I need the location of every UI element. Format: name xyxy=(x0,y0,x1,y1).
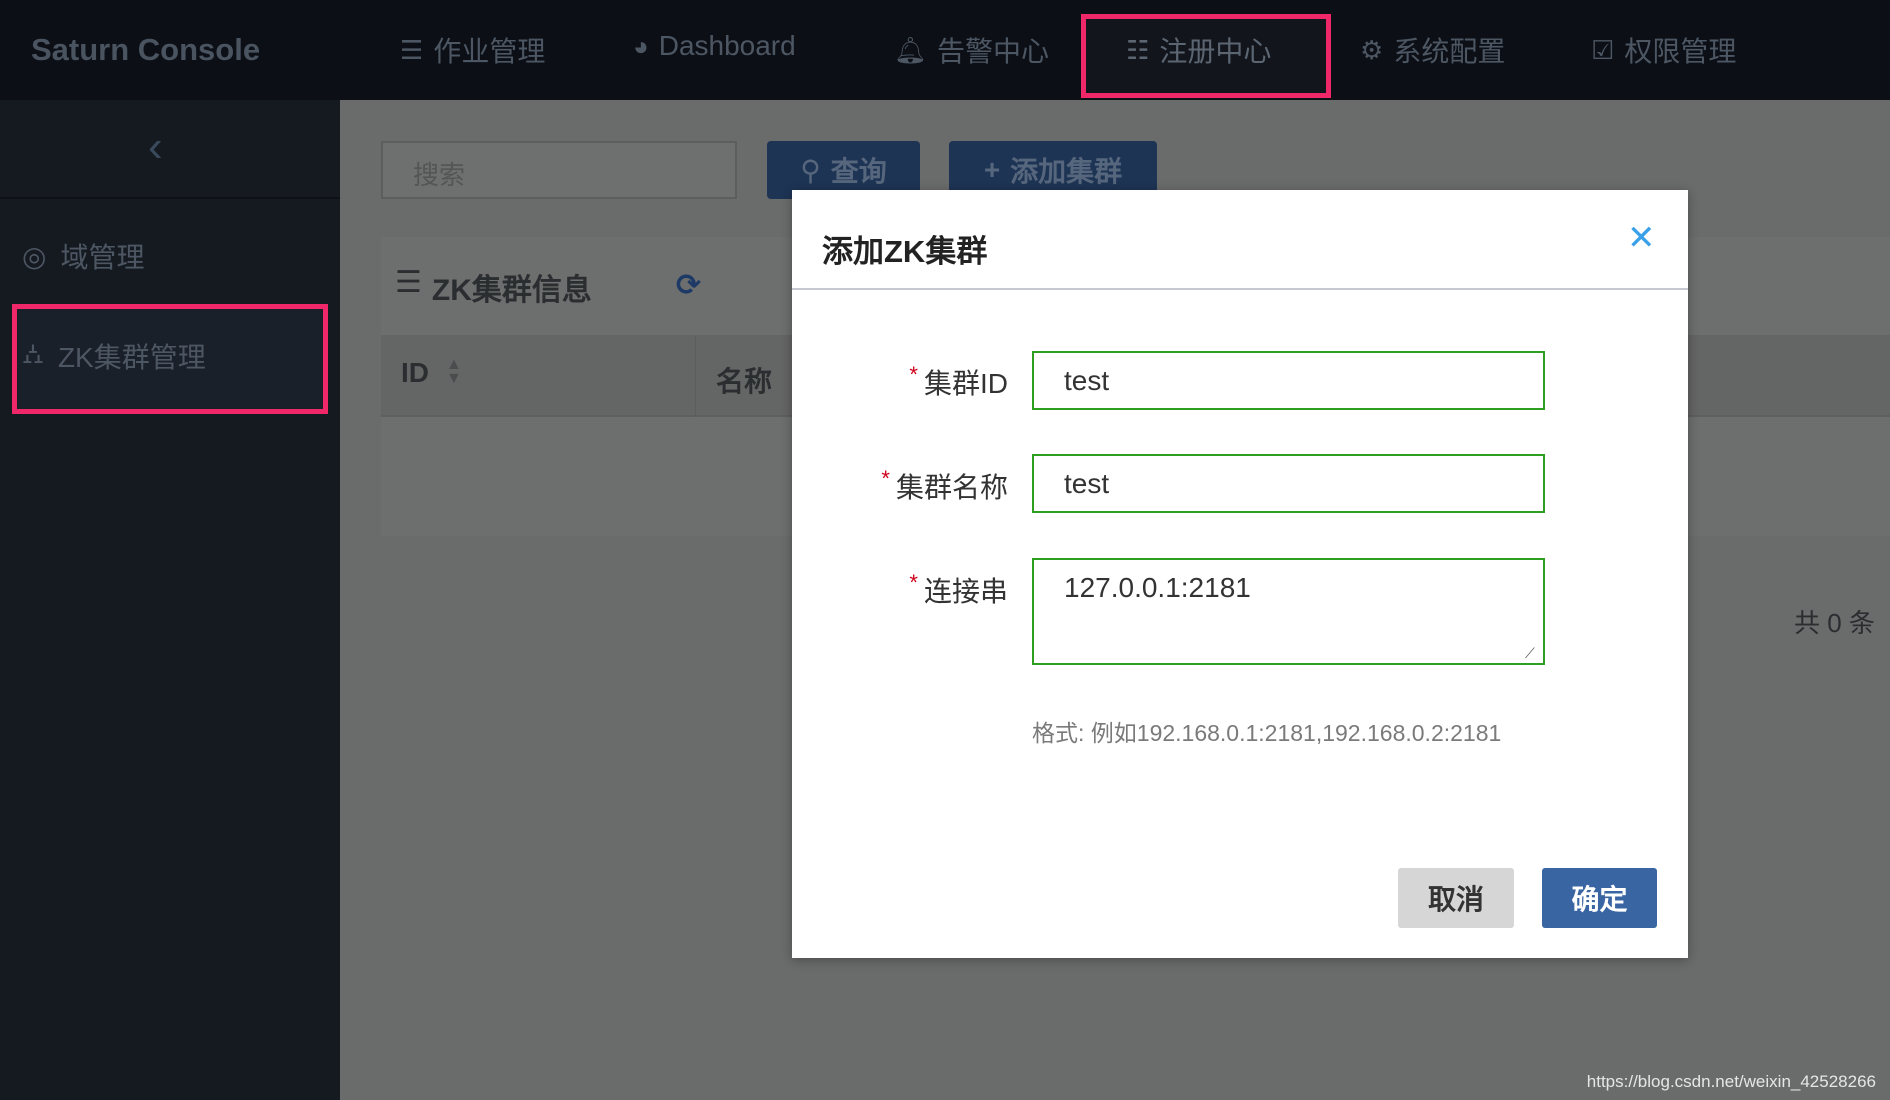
nav-label: 注册中心 xyxy=(1159,36,1272,67)
cluster-id-label: * 集群ID xyxy=(909,362,1008,399)
total-count: 共 0 条 xyxy=(1794,608,1875,638)
dialog-title: 添加ZK集群 xyxy=(822,234,988,269)
check-square-icon: ☑ xyxy=(1591,34,1615,65)
format-hint: 格式: 例如192.168.0.1:2181,192.168.0.2:2181 xyxy=(1032,720,1502,746)
pie-chart-icon: ◕ xyxy=(633,30,649,61)
cluster-name-label: * 集群名称 xyxy=(881,466,1008,503)
column-divider xyxy=(695,335,696,417)
support-icon: ◎ xyxy=(22,240,47,272)
list-icon: ☰ xyxy=(395,266,422,299)
bell-icon: 🔔︎ xyxy=(894,34,928,65)
sidebar-item-domain[interactable]: ◎ 域管理 xyxy=(22,236,144,276)
app-logo[interactable]: Saturn Console xyxy=(31,32,260,68)
cluster-name-input[interactable]: test xyxy=(1032,454,1545,513)
refresh-icon[interactable]: ⟳ xyxy=(676,268,701,303)
nav-alarm-center[interactable]: 🔔︎ 告警中心 xyxy=(894,30,1049,70)
nav-dashboard[interactable]: ◕ Dashboard xyxy=(633,30,796,62)
add-label: 添加集群 xyxy=(1010,156,1123,187)
nav-job-management[interactable]: ☰ 作业管理 xyxy=(400,30,545,70)
sidebar-item-label: 域管理 xyxy=(60,242,145,273)
nav-label: 权限管理 xyxy=(1624,36,1737,67)
sort-icon[interactable]: ▲ ▼ xyxy=(446,357,462,387)
plus-icon: + xyxy=(983,154,1001,185)
sidebar-item-label: ZK集群管理 xyxy=(57,342,206,373)
column-header-name[interactable]: 名称 xyxy=(716,360,772,400)
list-icon: ☰ xyxy=(400,34,424,65)
sidebar-item-zk-cluster[interactable]: ⛼ ZK集群管理 xyxy=(22,336,206,376)
nav-registry-center[interactable]: ☷ 注册中心 xyxy=(1126,30,1271,70)
gear-icon: ⚙ xyxy=(1360,34,1384,65)
search-icon: ⚲ xyxy=(800,154,821,186)
card-title-text: ZK集群信息 xyxy=(431,274,592,307)
nav-system-config[interactable]: ⚙ 系统配置 xyxy=(1360,30,1505,70)
dialog-divider xyxy=(792,288,1688,290)
resize-handle-icon[interactable]: ⟋ xyxy=(1525,645,1535,662)
chevron-left-icon: ‹ xyxy=(148,122,163,171)
nav-permission[interactable]: ☑ 权限管理 xyxy=(1591,30,1736,70)
close-icon[interactable]: ✕ xyxy=(1627,218,1656,258)
nav-label: 作业管理 xyxy=(433,36,546,67)
connection-string-label: * 连接串 xyxy=(909,570,1008,607)
confirm-button[interactable]: 确定 xyxy=(1542,868,1657,928)
label-text: 连接串 xyxy=(923,576,1008,607)
connection-string-textarea[interactable]: 127.0.0.1:2181 xyxy=(1032,558,1545,665)
card-title: ☰ ZK集群信息 xyxy=(395,265,592,309)
nav-label: 告警中心 xyxy=(937,36,1050,67)
label-text: 集群ID xyxy=(923,368,1008,399)
nav-label: 系统配置 xyxy=(1393,36,1506,67)
cluster-id-input[interactable]: test xyxy=(1032,351,1545,410)
watermark: https://blog.csdn.net/weixin_42528266 xyxy=(1586,1072,1876,1091)
server-icon: ☷ xyxy=(1126,34,1150,65)
label-text: 集群名称 xyxy=(895,472,1008,503)
nav-label: Dashboard xyxy=(658,30,796,61)
sitemap-icon: ⛼ xyxy=(22,338,44,369)
search-input[interactable]: 搜索 xyxy=(381,141,737,199)
cancel-button[interactable]: 取消 xyxy=(1398,868,1514,928)
query-label: 查询 xyxy=(830,156,887,187)
column-header-id[interactable]: ID xyxy=(401,357,429,389)
sidebar-collapse-button[interactable]: ‹ xyxy=(0,102,340,199)
